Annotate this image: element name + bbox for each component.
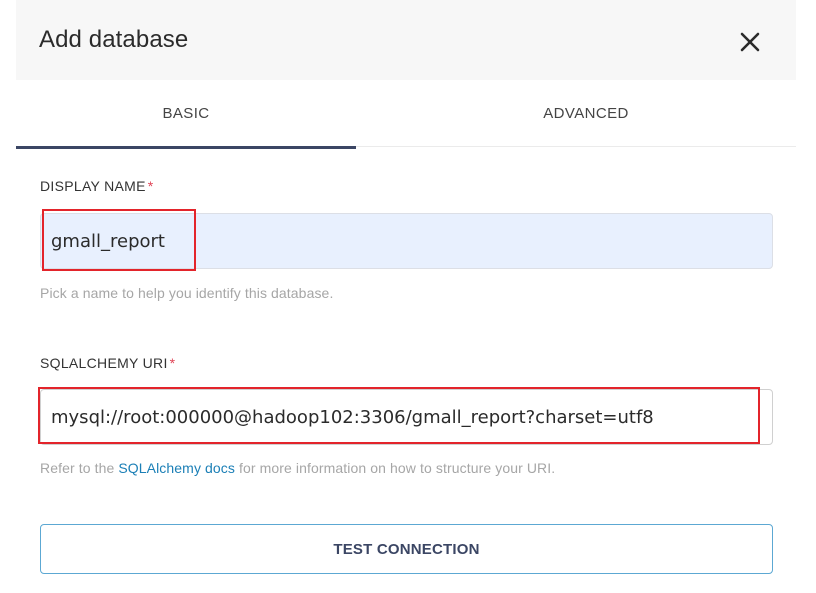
dialog-header: Add database — [16, 0, 796, 80]
required-marker: * — [169, 355, 176, 371]
display-name-label-text: DISPLAY NAME — [40, 178, 146, 194]
display-name-help: Pick a name to help you identify this da… — [40, 285, 334, 301]
sqlalchemy-uri-label-text: SQLALCHEMY URI — [40, 355, 168, 371]
dialog-title: Add database — [39, 26, 189, 53]
help-suffix: for more information on how to structure… — [235, 460, 556, 476]
sqlalchemy-uri-help: Refer to the SQLAlchemy docs for more in… — [40, 460, 555, 476]
sqlalchemy-docs-link[interactable]: SQLAlchemy docs — [118, 460, 235, 476]
close-icon[interactable] — [739, 31, 761, 53]
sqlalchemy-uri-input[interactable]: mysql://root:000000@hadoop102:3306/gmall… — [40, 389, 773, 445]
tab-basic[interactable]: BASIC — [16, 80, 356, 149]
display-name-label: DISPLAY NAME * — [40, 178, 154, 194]
display-name-input[interactable]: gmall_report — [40, 213, 773, 269]
display-name-value: gmall_report — [51, 230, 165, 252]
tab-basic-label: BASIC — [162, 105, 210, 122]
sqlalchemy-uri-label: SQLALCHEMY URI * — [40, 355, 175, 371]
tab-bar: BASIC ADVANCED — [16, 80, 796, 149]
sqlalchemy-uri-value: mysql://root:000000@hadoop102:3306/gmall… — [51, 406, 654, 428]
required-marker: * — [147, 178, 154, 194]
test-connection-label: TEST CONNECTION — [333, 540, 480, 558]
tab-advanced-label: ADVANCED — [543, 105, 629, 122]
help-prefix: Refer to the — [40, 460, 119, 476]
tab-advanced[interactable]: ADVANCED — [416, 80, 756, 147]
active-tab-indicator — [16, 146, 356, 149]
test-connection-button[interactable]: TEST CONNECTION — [40, 524, 773, 574]
